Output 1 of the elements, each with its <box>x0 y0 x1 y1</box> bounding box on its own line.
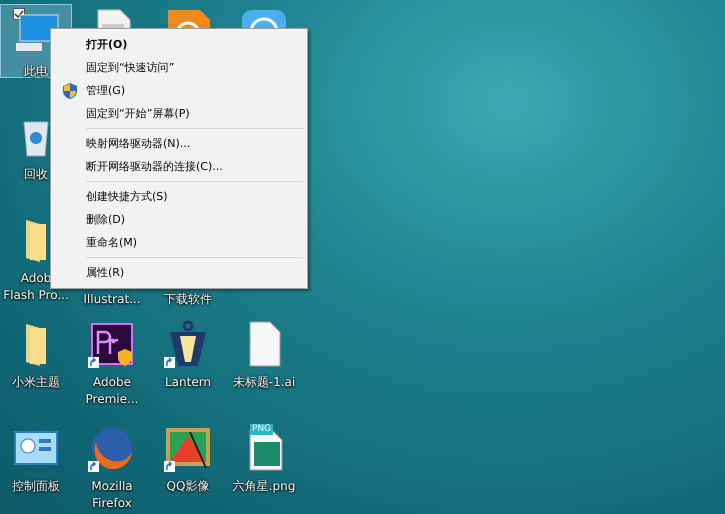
file-type-badge: PNG <box>250 424 274 435</box>
